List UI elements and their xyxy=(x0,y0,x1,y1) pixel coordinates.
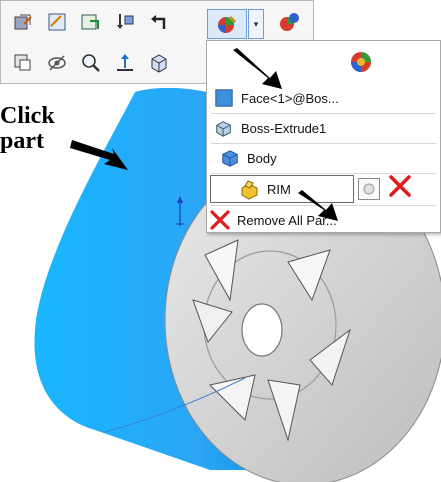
center-hole xyxy=(241,303,283,357)
appearance-icon[interactable] xyxy=(349,50,373,74)
zoom-to-selection-icon[interactable] xyxy=(77,49,105,77)
menu-item-label: Face<1>@Bos... xyxy=(241,90,339,106)
remove-icon xyxy=(209,209,231,231)
appearance-secondary-icon[interactable] xyxy=(275,8,303,36)
appearance-dropdown-menu: Face<1>@Bos... Boss-Extrude1 Body RIM Re… xyxy=(206,40,441,233)
menu-item-body[interactable]: Body xyxy=(219,145,277,171)
callout-line-2: part xyxy=(0,128,44,154)
hide-icon[interactable] xyxy=(43,49,71,77)
menu-divider xyxy=(211,113,436,114)
menu-item-feature[interactable]: Boss-Extrude1 xyxy=(213,115,326,141)
body-icon xyxy=(219,147,241,169)
instant3d-icon[interactable] xyxy=(77,8,105,36)
appearance-dropdown-arrow[interactable]: ▾ xyxy=(248,9,264,39)
callout-line-1: Click xyxy=(0,103,55,129)
part-icon xyxy=(239,178,261,200)
normal-to-icon[interactable] xyxy=(111,49,139,77)
face-icon xyxy=(213,87,235,109)
view-orientation-icon[interactable] xyxy=(145,49,173,77)
menu-item-face[interactable]: Face<1>@Bos... xyxy=(213,85,339,111)
appearance-button[interactable] xyxy=(207,9,247,39)
menu-item-rim[interactable]: RIM xyxy=(210,175,354,203)
edit-feature-icon[interactable] xyxy=(9,8,37,36)
menu-item-label: Remove All Par... xyxy=(237,212,337,228)
sketch-icon[interactable] xyxy=(43,8,71,36)
menu-item-label: Boss-Extrude1 xyxy=(241,120,327,136)
menu-divider xyxy=(211,143,436,144)
menu-item-remove-all[interactable]: Remove All Par... xyxy=(209,207,337,233)
rollback-icon[interactable] xyxy=(111,8,139,36)
select-other-icon[interactable] xyxy=(9,49,37,77)
menu-divider xyxy=(211,205,436,206)
back-icon[interactable] xyxy=(145,8,173,36)
menu-item-label: Body xyxy=(247,150,277,166)
remove-appearance-icon[interactable] xyxy=(387,173,413,199)
click-part-annotation: Click part xyxy=(0,104,55,154)
menu-item-label: RIM xyxy=(267,181,291,197)
feature-icon xyxy=(213,117,235,139)
part-appearance-swatch[interactable] xyxy=(358,178,380,200)
